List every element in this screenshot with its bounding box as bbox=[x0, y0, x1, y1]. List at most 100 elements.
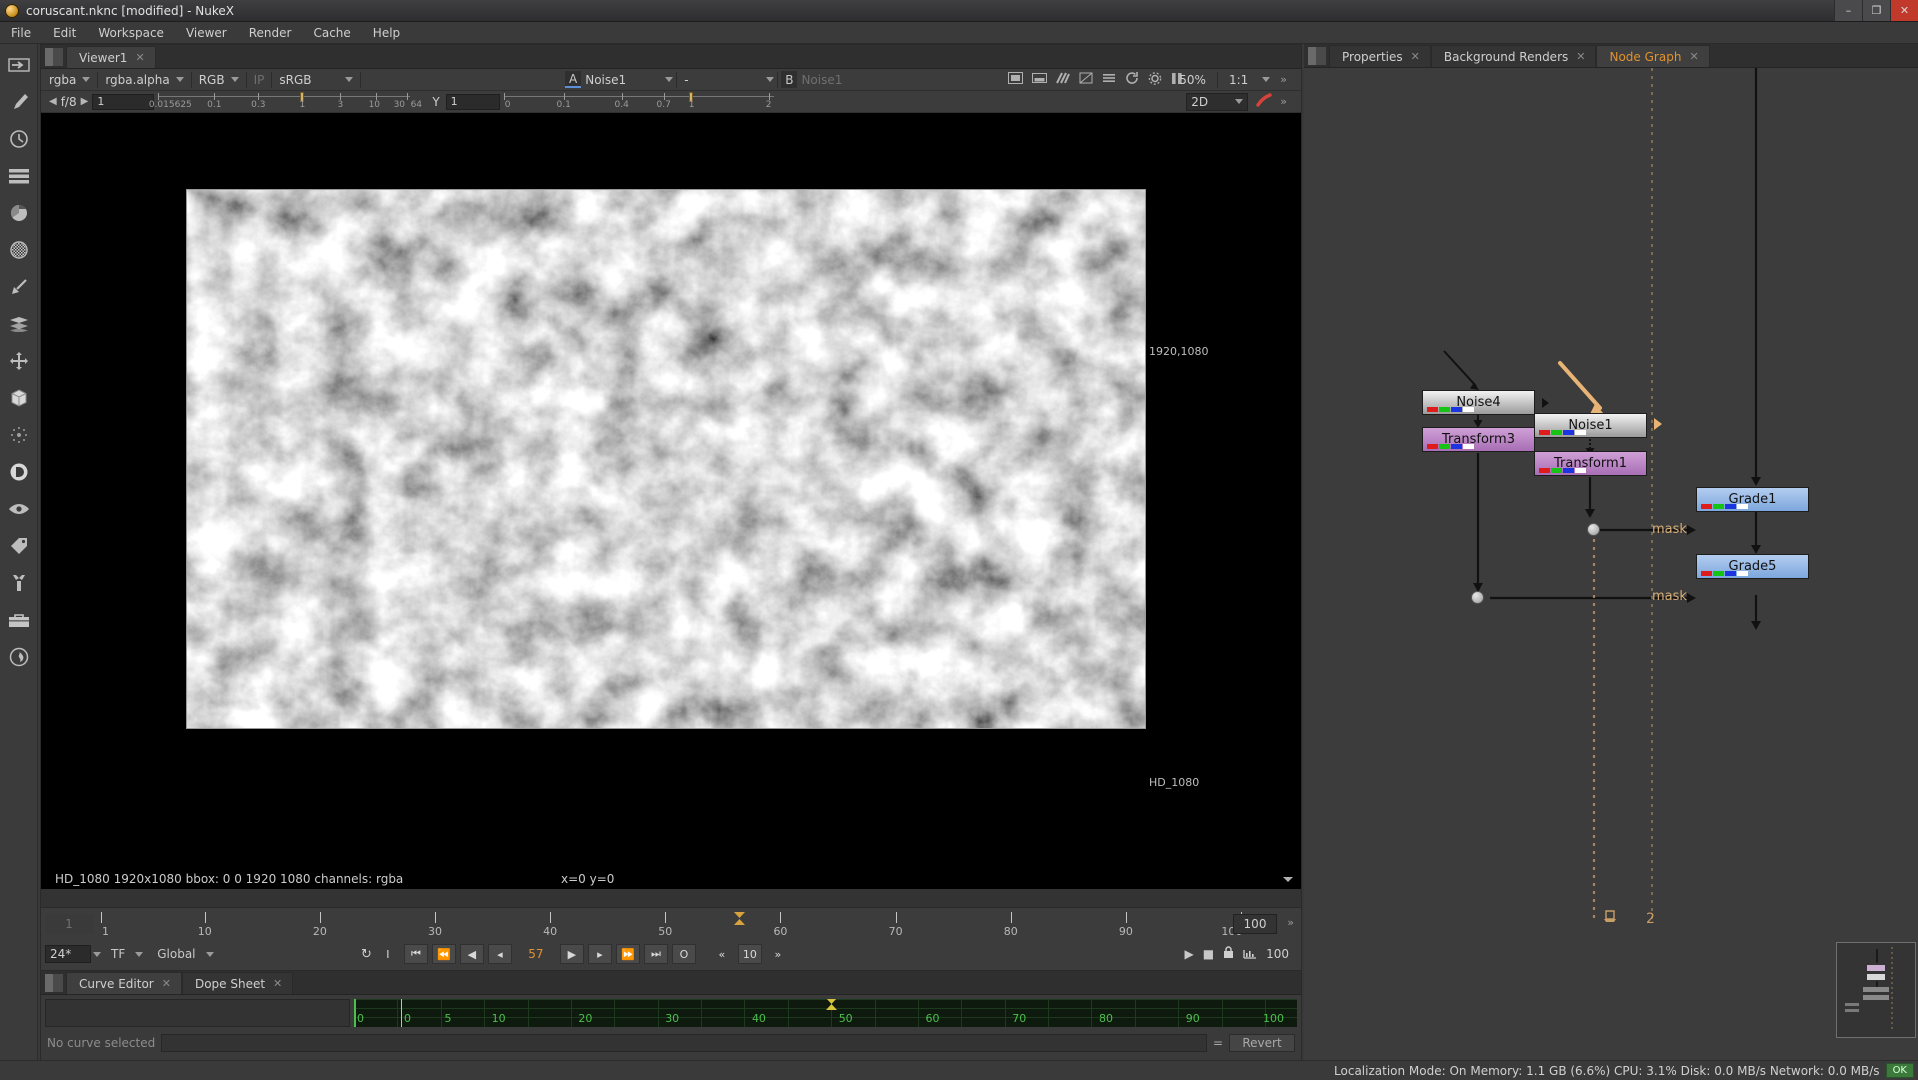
chevron-down-icon[interactable] bbox=[82, 77, 91, 82]
close-icon[interactable]: ✕ bbox=[162, 977, 171, 990]
settings-icon[interactable] bbox=[1148, 71, 1162, 88]
color-icon[interactable] bbox=[6, 200, 32, 226]
tab-properties[interactable]: Properties ✕ bbox=[1329, 45, 1431, 67]
increment-field[interactable]: 10 bbox=[737, 944, 762, 964]
chevron-down-icon[interactable] bbox=[93, 951, 101, 957]
prev-keyframe-button[interactable]: ⏪ bbox=[431, 944, 456, 964]
fullrange-icon[interactable] bbox=[1243, 946, 1257, 962]
layer-selector[interactable]: rgba bbox=[45, 71, 94, 89]
step-back-button[interactable]: ◂ bbox=[487, 944, 512, 964]
chevron-down-icon[interactable] bbox=[665, 77, 674, 82]
skip-forward-icon[interactable]: » bbox=[766, 944, 790, 964]
viewer-process-selector[interactable]: sRGB bbox=[275, 71, 357, 89]
node-noise1[interactable]: Noise1 bbox=[1534, 413, 1647, 438]
chevron-down-icon[interactable] bbox=[1235, 99, 1244, 104]
minimize-button[interactable]: – bbox=[1834, 0, 1862, 21]
menu-render[interactable]: Render bbox=[238, 24, 303, 42]
pixel-ratio[interactable]: 1:1 bbox=[1225, 71, 1252, 89]
keyer-icon[interactable] bbox=[6, 274, 32, 300]
node-transform1[interactable]: Transform1 bbox=[1534, 451, 1647, 476]
menu-viewer[interactable]: Viewer bbox=[175, 24, 238, 42]
panel-grip-icon[interactable] bbox=[45, 48, 63, 66]
chevron-down-icon[interactable] bbox=[345, 77, 354, 82]
merge-icon[interactable] bbox=[6, 311, 32, 337]
chevron-down-icon[interactable] bbox=[1262, 77, 1271, 82]
tab-dope-sheet[interactable]: Dope Sheet ✕ bbox=[181, 972, 294, 994]
timeline-expand-icon[interactable]: » bbox=[1287, 916, 1294, 929]
chevron-down-icon[interactable] bbox=[175, 77, 184, 82]
gamma-slider[interactable]: 0 0.1 0.4 0.7 1 2 bbox=[503, 91, 774, 111]
last-frame-button[interactable]: ⏭ bbox=[643, 944, 668, 964]
eye-icon[interactable] bbox=[6, 496, 32, 522]
gain-slider[interactable]: 0.015625 0.1 0.3 1 3 10 30 64 bbox=[149, 91, 422, 111]
scope-label[interactable]: Global bbox=[157, 947, 195, 961]
zoom-level[interactable]: 50% bbox=[1175, 71, 1210, 89]
deep-icon[interactable] bbox=[6, 459, 32, 485]
display-selector[interactable]: RGB bbox=[195, 71, 243, 89]
channel-selector[interactable]: rgba.alpha bbox=[101, 71, 187, 89]
curve-playhead[interactable] bbox=[401, 999, 403, 1027]
refresh-icon[interactable] bbox=[1125, 71, 1139, 88]
play-range-button[interactable]: ▶ bbox=[1185, 947, 1194, 961]
curve-tree-panel[interactable] bbox=[45, 999, 350, 1027]
gamma-field[interactable]: 1 bbox=[445, 93, 500, 110]
lock-range-icon[interactable] bbox=[1223, 946, 1234, 962]
expand-toolbar-icon[interactable]: » bbox=[1280, 73, 1287, 86]
expand-toolbar2-icon[interactable]: » bbox=[1280, 95, 1287, 108]
revert-button[interactable]: Revert bbox=[1229, 1034, 1295, 1052]
first-frame-button[interactable]: ⏮ bbox=[403, 944, 428, 964]
node-noise4[interactable]: Noise4 bbox=[1422, 390, 1535, 415]
particles-icon[interactable] bbox=[6, 422, 32, 448]
exposure-next-button[interactable]: ▶ bbox=[77, 96, 93, 107]
cube-icon[interactable] bbox=[6, 385, 32, 411]
menu-edit[interactable]: Edit bbox=[42, 24, 87, 42]
viewer-canvas[interactable]: 1920,1080 HD_1080 HD_1080 1920x1080 bbox… bbox=[41, 113, 1301, 889]
tab-background-renders[interactable]: Background Renders ✕ bbox=[1430, 45, 1597, 67]
close-icon[interactable]: ✕ bbox=[135, 51, 144, 64]
timeline-start-frame[interactable]: 1 bbox=[45, 914, 93, 934]
fps-field[interactable]: 24* bbox=[45, 945, 91, 963]
input-b-badge[interactable]: B bbox=[781, 71, 798, 88]
maximize-button[interactable]: ❐ bbox=[1862, 0, 1890, 21]
timeline-right-value[interactable]: 100 bbox=[1266, 947, 1289, 961]
furnace-icon[interactable] bbox=[6, 644, 32, 670]
mask-stroke-icon[interactable] bbox=[1256, 93, 1272, 110]
menu-file[interactable]: File bbox=[0, 24, 42, 42]
close-icon[interactable]: ✕ bbox=[273, 977, 282, 990]
close-icon[interactable]: ✕ bbox=[1576, 50, 1585, 63]
node-grade1[interactable]: Grade1 bbox=[1696, 487, 1809, 512]
stop-button[interactable]: ■ bbox=[1203, 947, 1214, 961]
time-icon[interactable] bbox=[6, 126, 32, 152]
panel-grip-icon[interactable] bbox=[1308, 47, 1326, 65]
close-button[interactable]: ✕ bbox=[1890, 0, 1918, 21]
timeline-end-frame[interactable]: 100 bbox=[1233, 914, 1277, 934]
skip-back-icon[interactable]: « bbox=[710, 944, 734, 964]
chevron-down-icon[interactable] bbox=[1283, 876, 1293, 882]
expression-handle-icon[interactable] bbox=[1602, 908, 1618, 925]
menu-workspace[interactable]: Workspace bbox=[87, 24, 175, 42]
current-frame-display[interactable]: 57 bbox=[516, 947, 556, 961]
tab-node-graph[interactable]: Node Graph ✕ bbox=[1596, 45, 1710, 67]
input-op-selector[interactable]: - bbox=[680, 71, 760, 89]
playback-in-button[interactable]: I bbox=[376, 944, 400, 964]
wrench-icon[interactable] bbox=[6, 570, 32, 596]
connection-dot-1[interactable] bbox=[1587, 523, 1600, 536]
curve-graph[interactable]: 0 0 5 10 20 30 40 50 60 70 80 90 100 bbox=[354, 999, 1297, 1027]
close-icon[interactable]: ✕ bbox=[1411, 50, 1420, 63]
play-forward-button[interactable]: ▶ bbox=[559, 944, 584, 964]
connection-dot-2[interactable] bbox=[1471, 591, 1484, 604]
draw-icon[interactable] bbox=[6, 89, 32, 115]
play-backward-button[interactable]: ◀ bbox=[459, 944, 484, 964]
tag-icon[interactable] bbox=[6, 533, 32, 559]
chevron-down-icon[interactable] bbox=[135, 951, 144, 957]
ip-toggle[interactable]: IP bbox=[250, 71, 269, 89]
filter-icon[interactable] bbox=[6, 237, 32, 263]
node-transform3[interactable]: Transform3 bbox=[1422, 427, 1535, 452]
tf-label[interactable]: TF bbox=[111, 947, 125, 961]
node-graph-minimap[interactable] bbox=[1836, 942, 1916, 1038]
input-b-selector[interactable]: Noise1 bbox=[797, 71, 867, 89]
input-a-selector[interactable]: Noise1 bbox=[581, 71, 659, 89]
histogram-icon[interactable] bbox=[1102, 72, 1116, 87]
clip-warning-icon[interactable] bbox=[1032, 72, 1047, 87]
gain-field[interactable]: 1 bbox=[92, 93, 155, 110]
